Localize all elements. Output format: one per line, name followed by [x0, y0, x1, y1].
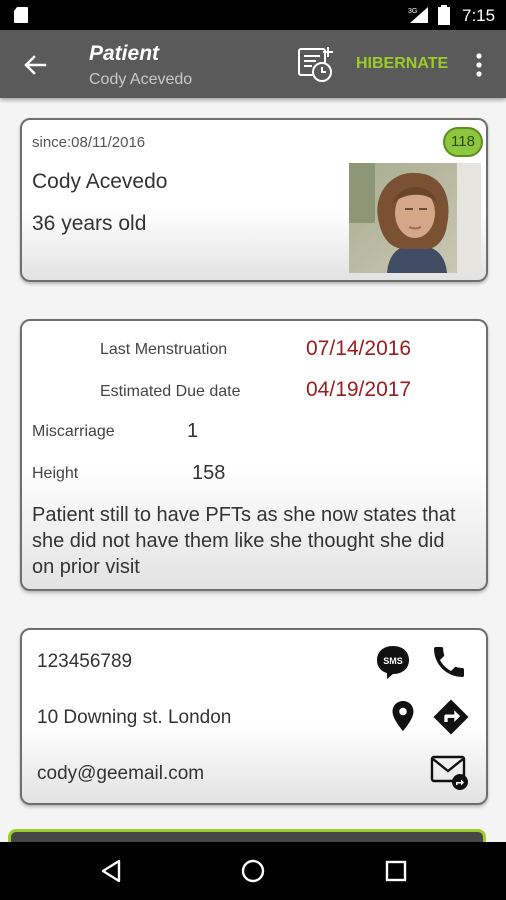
phone-number[interactable]: 123456789 — [37, 651, 132, 673]
schedule-icon[interactable] — [296, 45, 336, 83]
svg-text:SMS: SMS — [383, 656, 403, 666]
location-icon[interactable] — [385, 696, 421, 736]
due-date-value: 04/19/2017 — [306, 378, 412, 401]
battery-icon — [438, 5, 450, 25]
phone-icon[interactable] — [429, 642, 469, 682]
status-bar: 3G 7:15 — [0, 0, 506, 30]
page-title: Patient — [89, 42, 160, 65]
height-value: 158 — [192, 462, 226, 484]
patient-age: 36 years old — [32, 212, 147, 235]
sd-card-icon — [14, 7, 28, 23]
clock: 7:15 — [462, 6, 496, 25]
last-menstruation-label: Last Menstruation — [100, 341, 228, 358]
directions-icon[interactable] — [431, 697, 471, 737]
back-arrow-icon[interactable] — [20, 50, 50, 80]
patient-notes: Patient still to have PFTs as she now st… — [32, 504, 456, 578]
overflow-menu-icon[interactable] — [472, 50, 486, 80]
miscarriage-label: Miscarriage — [32, 423, 115, 440]
since-date: since:08/11/2016 — [32, 134, 146, 151]
patient-photo[interactable] — [349, 163, 481, 273]
svg-text:3G: 3G — [408, 8, 417, 15]
sms-icon[interactable]: SMS — [375, 644, 411, 680]
pregnancy-card[interactable]: Last Menstruation 07/14/2016 Estimated D… — [20, 319, 488, 591]
recents-nav-icon[interactable] — [381, 856, 411, 886]
back-nav-icon[interactable] — [97, 856, 127, 886]
home-nav-icon[interactable] — [238, 856, 268, 886]
due-date-label: Estimated Due date — [100, 383, 241, 400]
navigation-bar — [0, 842, 506, 900]
signal-icon: 3G — [408, 7, 428, 23]
address[interactable]: 10 Downing st. London — [37, 707, 231, 729]
miscarriage-value: 1 — [187, 420, 199, 442]
patient-card[interactable]: since:08/11/2016 118 Cody Acevedo 36 yea… — [20, 118, 488, 282]
email-icon[interactable] — [430, 755, 470, 791]
app-bar: Patient Cody Acevedo HIBERNATE — [0, 30, 506, 98]
last-menstruation-value: 07/14/2016 — [306, 337, 412, 360]
email-address[interactable]: cody@geemail.com — [37, 763, 204, 785]
patient-name: Cody Acevedo — [32, 170, 168, 193]
hibernate-button[interactable]: HIBERNATE — [356, 55, 448, 73]
height-label: Height — [32, 465, 79, 482]
visit-count-badge: 118 — [443, 127, 483, 157]
page-subtitle: Cody Acevedo — [89, 71, 193, 88]
contact-card: 123456789 SMS 10 Downing st. London cody… — [20, 628, 488, 805]
